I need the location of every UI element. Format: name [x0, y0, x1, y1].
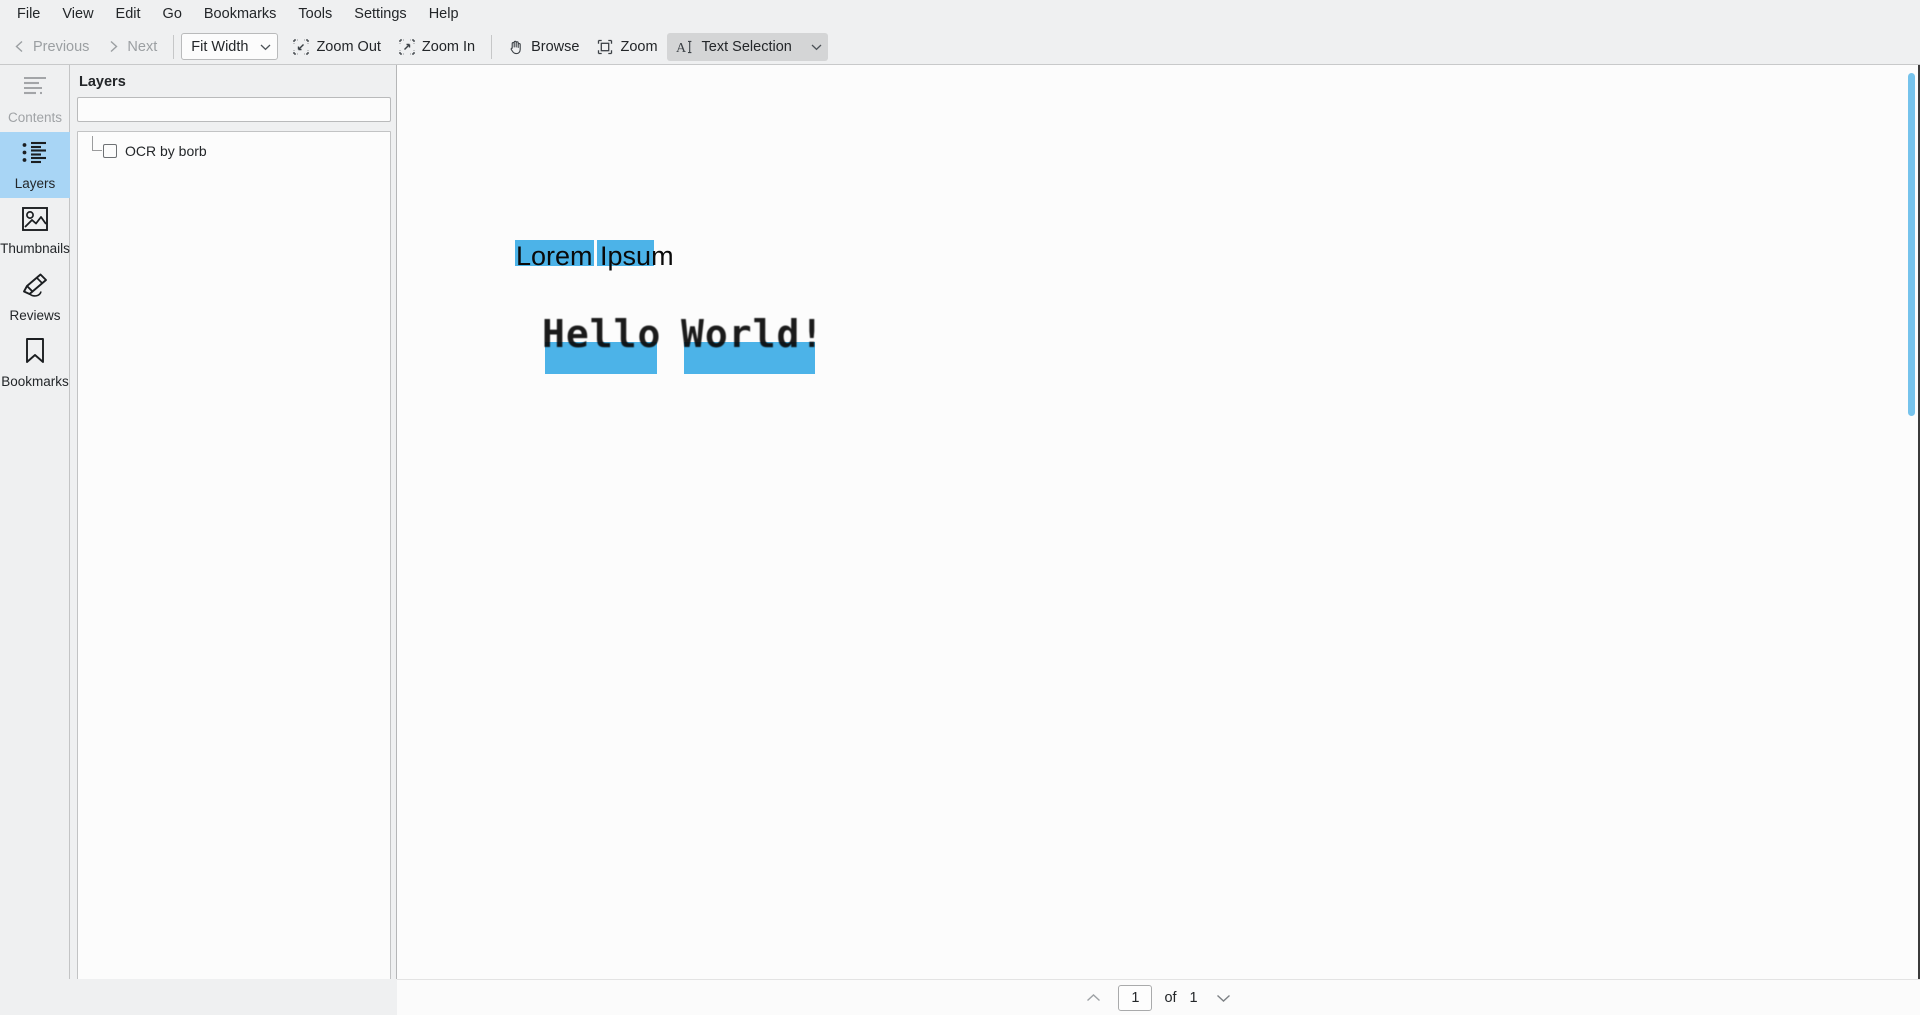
total-pages-label: 1: [1189, 989, 1198, 1006]
bookmark-ribbon-icon: [23, 337, 47, 370]
zoom-out-label: Zoom Out: [316, 38, 381, 55]
document-area: Lorem Ipsum Hello World! of 1: [0, 65, 1920, 1015]
layer-visibility-checkbox[interactable]: [103, 144, 117, 158]
menu-file[interactable]: File: [6, 3, 51, 26]
vertical-scrollbar[interactable]: [1905, 65, 1918, 979]
menu-edit[interactable]: Edit: [105, 3, 152, 26]
browse-tool-button[interactable]: Browse: [499, 33, 588, 61]
toolbar-separator-2: [491, 34, 493, 59]
hand-icon: [508, 39, 524, 55]
page-of-label: of: [1164, 989, 1177, 1006]
menu-settings[interactable]: Settings: [343, 3, 417, 26]
layers-panel-title: Layers: [79, 74, 126, 90]
zoom-in-icon: [399, 38, 415, 55]
layers-tree[interactable]: OCR by borb: [77, 131, 391, 1010]
layer-name-label: OCR by borb: [125, 143, 207, 159]
list-item[interactable]: OCR by borb: [78, 136, 390, 162]
menu-go[interactable]: Go: [152, 3, 193, 26]
image-icon: [21, 206, 49, 237]
chevron-down-icon[interactable]: [811, 43, 822, 51]
layers-search-box[interactable]: [77, 97, 391, 122]
sidebar-item-contents-label: Contents: [7, 110, 63, 126]
zoom-tool-label: Zoom: [620, 38, 658, 55]
browse-tool-label: Browse: [531, 38, 580, 55]
chevron-right-icon: [107, 40, 120, 53]
vertical-scrollbar-thumb[interactable]: [1908, 73, 1915, 416]
zoom-mode-value: Fit Width: [191, 38, 249, 55]
menu-help[interactable]: Help: [418, 3, 470, 26]
main-toolbar: Previous Next Fit Width Zoom Out Zoom In…: [0, 29, 1920, 65]
highlighter-pen-icon: [20, 272, 50, 304]
menu-view[interactable]: View: [51, 3, 104, 26]
svg-text:A: A: [676, 41, 687, 55]
previous-page-arrow[interactable]: [1080, 987, 1106, 1009]
status-bar: of 1: [397, 979, 1920, 1015]
page-number-input[interactable]: [1118, 984, 1153, 1011]
sidebar-item-bookmarks[interactable]: Bookmarks: [0, 330, 70, 396]
toolbar-separator-1: [173, 34, 175, 59]
next-page-label: Next: [127, 38, 158, 55]
menu-bookmarks[interactable]: Bookmarks: [193, 3, 288, 26]
tree-branch-icon: [84, 136, 103, 162]
menu-tools[interactable]: Tools: [287, 3, 343, 26]
chevron-left-icon: [13, 40, 26, 53]
sidebar-item-thumbnails-label: Thumbnails: [0, 241, 70, 257]
zoom-out-button[interactable]: Zoom Out: [284, 33, 389, 61]
sidebar-item-thumbnails[interactable]: Thumbnails: [0, 198, 70, 264]
zoom-mode-combobox[interactable]: Fit Width: [181, 33, 279, 60]
sidebar-item-reviews[interactable]: Reviews: [0, 264, 70, 330]
zoom-out-icon: [293, 38, 310, 55]
layers-list-icon: [20, 139, 50, 172]
document-heading-text: Lorem Ipsum: [516, 241, 674, 271]
layers-panel: Layers OCR by borb: [70, 65, 397, 1015]
chevron-down-icon: [260, 43, 271, 51]
text-selection-tool-button[interactable]: A Text Selection: [666, 32, 828, 61]
previous-page-button[interactable]: Previous: [4, 33, 98, 61]
status-bar-left-filler: [0, 979, 397, 1015]
layers-search-input[interactable]: [78, 98, 390, 121]
next-page-button[interactable]: Next: [98, 33, 166, 61]
marquee-zoom-icon: [597, 39, 613, 55]
document-ocr-word: Hello: [542, 312, 662, 356]
sidebar-item-layers-label: Layers: [14, 176, 56, 192]
document-ocr-word: World!: [681, 312, 825, 356]
sidebar-item-reviews-label: Reviews: [9, 307, 61, 323]
zoom-in-button[interactable]: Zoom In: [390, 33, 484, 61]
sidebar-item-contents[interactable]: Contents: [0, 66, 70, 132]
pdf-page-canvas[interactable]: Lorem Ipsum Hello World!: [397, 65, 1920, 979]
main-body: Contents Layers Thumbnails Reviews Bookm…: [0, 65, 1920, 1015]
sidebar-item-layers[interactable]: Layers: [0, 132, 70, 198]
sidebar-rail: Contents Layers Thumbnails Reviews Bookm…: [0, 65, 70, 1015]
previous-page-label: Previous: [33, 38, 90, 55]
zoom-in-label: Zoom In: [421, 38, 476, 55]
text-cursor-icon: A: [676, 39, 693, 55]
menu-bar: File View Edit Go Bookmarks Tools Settin…: [0, 0, 1920, 29]
zoom-tool-button[interactable]: Zoom: [588, 33, 666, 61]
text-selection-tool-label: Text Selection: [701, 38, 792, 55]
sidebar-item-bookmarks-label: Bookmarks: [1, 374, 69, 390]
contents-icon: [20, 73, 50, 106]
next-page-arrow[interactable]: [1211, 987, 1237, 1009]
